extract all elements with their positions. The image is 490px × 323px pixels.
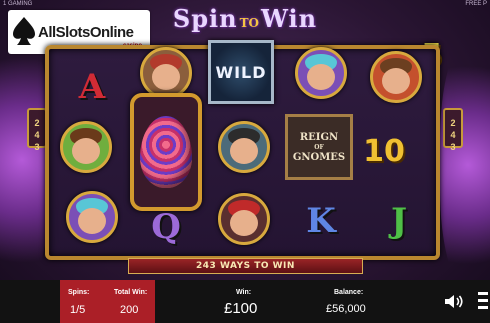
total-win-value: 200	[120, 304, 139, 316]
gnome-girl-portrait	[66, 191, 118, 243]
watermark-brand: AllSlotsOnline	[38, 24, 134, 41]
reign-of-gnomes-badge: REIGN OF GNOMES	[285, 114, 353, 180]
bottom-bar: Spins: 1/5 Total Win: 200 Win: £100 Bala…	[0, 280, 490, 323]
logo-word1: Spin	[172, 4, 238, 33]
gnome-bearded-portrait	[370, 51, 422, 103]
symbol-j: J	[365, 192, 433, 250]
win-label: Win:	[236, 289, 252, 296]
logo-word2: Win	[260, 4, 318, 33]
menu-icon[interactable]	[478, 292, 488, 310]
symbol-reign-of-gnomes: REIGN OF GNOMES	[285, 114, 353, 180]
spins-box: Spins: 1/5 Total Win: 200	[60, 280, 155, 323]
win-value: £100	[224, 300, 258, 317]
ways-to-win-banner: 243 WAYS TO WIN	[128, 258, 363, 274]
gnome-couple-portrait	[60, 121, 112, 173]
symbol-gnome-warrior	[210, 118, 278, 176]
logo-connector: TO	[239, 15, 259, 30]
symbol-label: 10	[363, 133, 405, 169]
reign-line1: REIGN	[299, 131, 339, 143]
spade-icon	[13, 17, 35, 45]
spins-value: 1/5	[70, 304, 86, 316]
ways-right-badge: 243	[443, 108, 463, 152]
ways-left-badge: 243	[27, 108, 47, 152]
symbol-q: Q	[132, 198, 200, 256]
symbol-gnome-couple	[52, 118, 120, 176]
symbol-a: A	[58, 58, 126, 116]
symbol-gnome-girl	[58, 188, 126, 246]
symbol-k: K	[287, 192, 355, 250]
provider-text: 1 GAMING	[3, 1, 33, 7]
symbol-gnome-girl-2	[287, 44, 355, 102]
gnome-warrior-portrait	[218, 121, 270, 173]
wild-badge: WILD	[208, 40, 274, 104]
gnome-elder-portrait	[140, 47, 192, 99]
symbol-gnome-king	[210, 190, 278, 248]
balance-label: Balance:	[334, 289, 364, 296]
gnome-king-portrait	[218, 193, 270, 245]
dragon-egg-icon	[140, 116, 192, 188]
symbol-label: Q	[151, 207, 181, 247]
game-logo: Spin TOWin	[160, 4, 330, 36]
balance-value: £56,000	[326, 303, 366, 315]
reign-line2: OF	[314, 143, 324, 151]
symbol-10: 10	[350, 122, 418, 180]
symbol-label: K	[306, 201, 336, 241]
reign-line3: GNOMES	[292, 151, 346, 163]
gnome-girl-portrait	[295, 47, 347, 99]
spins-label: Spins:	[68, 289, 90, 296]
cave-left-decoration	[0, 30, 50, 290]
symbol-gnome-bearded	[362, 48, 430, 106]
symbol-label: J	[390, 201, 408, 241]
total-win-label: Total Win:	[114, 289, 148, 296]
free-play-text: FREE P	[465, 1, 487, 7]
speaker-icon[interactable]	[444, 293, 464, 310]
game-scene: 1 GAMING FREE P AllSlotsOnline .casino S…	[0, 0, 490, 323]
dragon-egg-symbol	[130, 93, 202, 211]
symbol-label: A	[78, 67, 106, 107]
symbol-wild: WILD	[207, 40, 275, 104]
